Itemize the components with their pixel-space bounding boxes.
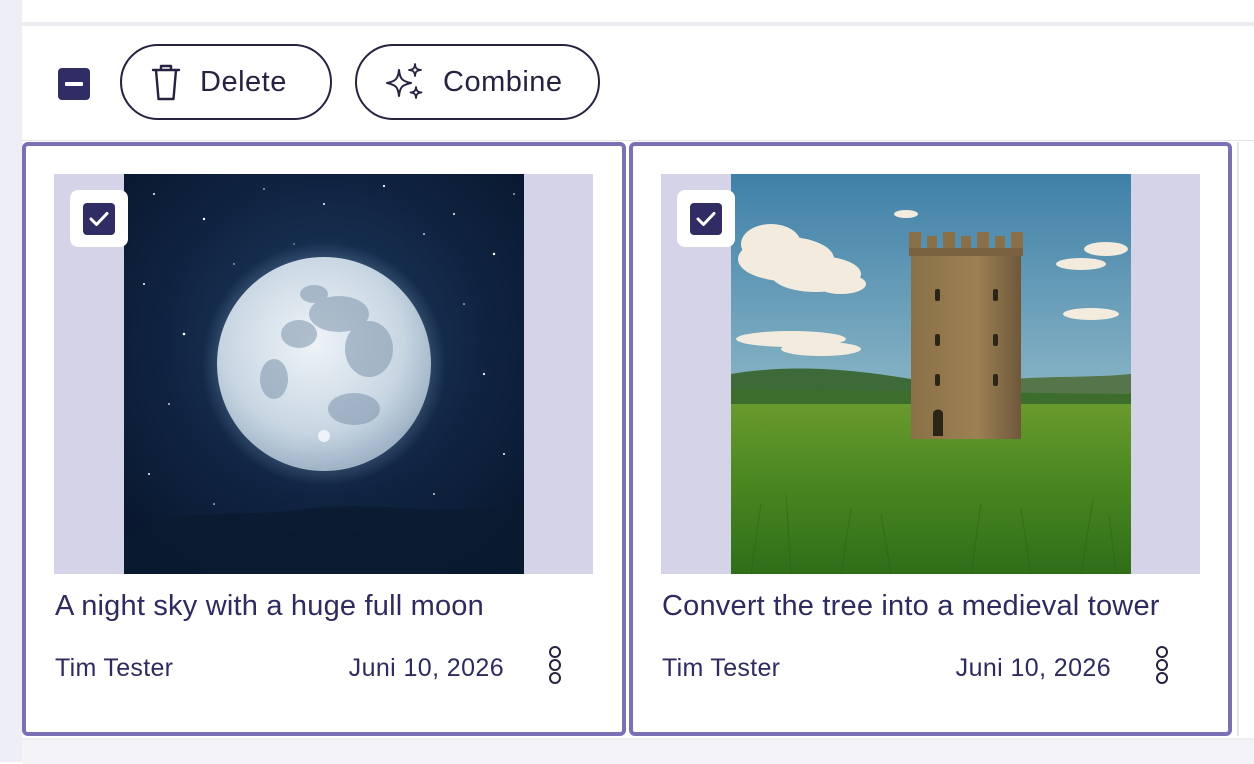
deselect-all-checkbox[interactable] xyxy=(58,68,90,100)
next-card-edge xyxy=(1237,142,1254,736)
delete-label: Delete xyxy=(200,65,287,98)
card-thumbnail[interactable] xyxy=(54,174,593,574)
left-rail xyxy=(0,0,22,762)
card-date: Juni 10, 2026 xyxy=(955,654,1111,682)
card-author: Tim Tester xyxy=(662,654,781,682)
card-thumbnail[interactable] xyxy=(661,174,1200,574)
delete-button[interactable]: Delete xyxy=(120,44,332,120)
more-options-icon[interactable] xyxy=(542,644,568,686)
selection-toolbar: Delete Combine xyxy=(22,26,1254,141)
trash-icon xyxy=(151,64,181,101)
tower-image xyxy=(731,174,1131,574)
card-author: Tim Tester xyxy=(55,654,174,682)
minus-icon xyxy=(65,82,83,86)
card-title: Convert the tree into a medieval tower xyxy=(662,590,1160,622)
card-checkbox[interactable] xyxy=(677,190,735,247)
checkmark-icon xyxy=(89,211,109,226)
image-card[interactable]: Convert the tree into a medieval tower T… xyxy=(629,142,1232,736)
combine-button[interactable]: Combine xyxy=(355,44,600,120)
card-checkbox[interactable] xyxy=(70,190,128,247)
more-options-icon[interactable] xyxy=(1149,644,1175,686)
moon-image xyxy=(124,174,524,574)
bottom-divider xyxy=(22,738,1254,764)
sparkles-icon xyxy=(386,63,423,99)
card-date: Juni 10, 2026 xyxy=(348,654,504,682)
card-title: A night sky with a huge full moon xyxy=(55,590,484,622)
checkmark-icon xyxy=(696,211,716,226)
top-divider xyxy=(22,0,1254,26)
combine-label: Combine xyxy=(443,65,563,98)
image-card[interactable]: A night sky with a huge full moon Tim Te… xyxy=(22,142,626,736)
